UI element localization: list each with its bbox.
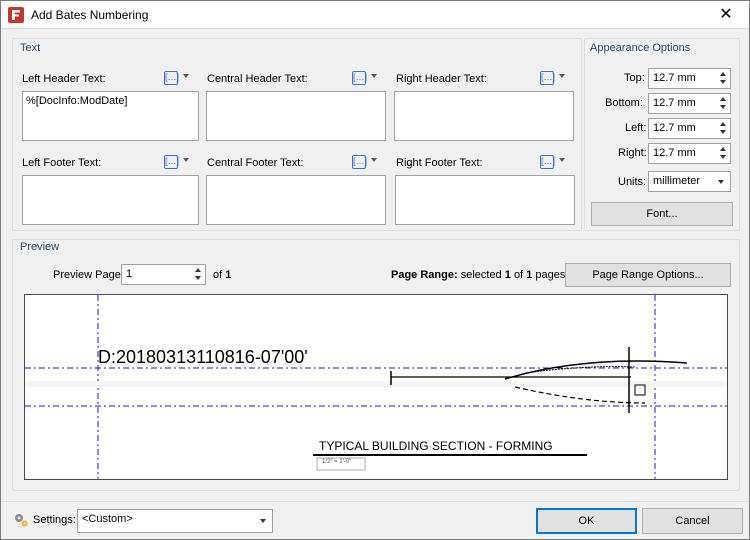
appearance-group-title: Appearance Options [587, 42, 694, 54]
right-margin-label: Right: [618, 147, 647, 159]
spin-arrows-icon[interactable] [717, 120, 729, 137]
window-title: Add Bates Numbering [31, 8, 149, 22]
left-footer-label: Left Footer Text: [22, 157, 102, 169]
preview-page-spinner[interactable]: 1 [121, 264, 206, 285]
chevron-down-icon [559, 158, 565, 162]
spin-arrows-icon[interactable] [192, 266, 204, 283]
chevron-down-icon [183, 74, 189, 78]
chevron-down-icon [559, 74, 565, 78]
drawing-curve [514, 386, 646, 404]
spin-arrows-icon[interactable] [717, 70, 729, 87]
left-margin-spinner[interactable]: 12.7 mm [648, 118, 731, 139]
page-range-text: Page Range: selected 1 of 1 pages [391, 269, 566, 281]
preview-canvas[interactable]: D:20180313110816-07'00' TYPICAL BUILDING… [24, 294, 728, 480]
bottom-margin-label: Bottom: [605, 97, 643, 109]
macro-icon: […] [352, 71, 367, 85]
macro-icon: […] [540, 155, 555, 169]
gear-icon [15, 514, 28, 527]
chevron-down-icon [371, 74, 377, 78]
drawing-title: TYPICAL BUILDING SECTION - FORMING [319, 439, 553, 453]
right-header-input[interactable] [394, 91, 574, 141]
settings-select[interactable]: <Custom> [77, 509, 273, 533]
macro-icon: […] [164, 71, 179, 85]
font-button[interactable]: Font... [591, 202, 733, 226]
drawing-curve [504, 360, 688, 380]
preview-page-label: Preview Page [53, 269, 121, 281]
right-footer-label: Right Footer Text: [396, 157, 483, 169]
dialog-window: Add Bates Numbering ✕ Text Left Header T… [0, 0, 750, 540]
spin-arrows-icon[interactable] [717, 95, 729, 112]
top-margin-label: Top: [624, 72, 645, 84]
right-margin-value: 12.7 mm [653, 147, 696, 159]
stamp-text: D:20180313110816-07'00' [98, 347, 308, 367]
top-margin-spinner[interactable]: 12.7 mm [648, 68, 731, 89]
chevron-down-icon [718, 180, 724, 184]
left-footer-macro-button[interactable]: […] [162, 153, 192, 171]
preview-group-title: Preview [17, 241, 63, 253]
central-header-input[interactable] [206, 91, 386, 141]
macro-icon: […] [164, 155, 179, 169]
left-margin-label: Left: [625, 122, 647, 134]
page-break [25, 381, 727, 387]
macro-icon: […] [352, 155, 367, 169]
central-footer-label: Central Footer Text: [207, 157, 304, 169]
settings-label: Settings: [33, 514, 76, 526]
left-header-label: Left Header Text: [22, 73, 106, 85]
app-logo-icon [8, 7, 24, 23]
page-range-options-button[interactable]: Page Range Options... [565, 263, 731, 287]
bottom-bar: Settings: <Custom> OK Cancel [1, 501, 749, 539]
units-value: millimeter [653, 175, 701, 187]
ok-button[interactable]: OK [536, 508, 637, 534]
bottom-margin-value: 12.7 mm [653, 97, 696, 109]
spin-arrows-icon[interactable] [717, 145, 729, 162]
central-footer-input[interactable] [206, 175, 386, 225]
chevron-down-icon [371, 158, 377, 162]
close-icon[interactable]: ✕ [703, 1, 749, 29]
right-footer-input[interactable] [395, 175, 575, 225]
bottom-margin-spinner[interactable]: 12.7 mm [648, 93, 731, 114]
right-header-macro-button[interactable]: […] [538, 69, 568, 87]
units-label: Units: [618, 176, 647, 188]
drawing-scale: 1/2" = 1'-0" [322, 459, 352, 465]
right-margin-spinner[interactable]: 12.7 mm [648, 143, 731, 164]
left-header-input[interactable]: %[DocInfo:ModDate] [22, 91, 199, 141]
preview-page-value: 1 [126, 268, 133, 280]
central-header-macro-button[interactable]: […] [350, 69, 380, 87]
title-bar[interactable]: Add Bates Numbering ✕ [1, 1, 749, 29]
chevron-down-icon [183, 158, 189, 162]
central-footer-macro-button[interactable]: […] [350, 153, 380, 171]
settings-value: <Custom> [82, 513, 133, 525]
macro-icon: […] [540, 71, 555, 85]
preview-page-of: of 1 [213, 269, 232, 281]
text-group-title: Text [17, 42, 44, 54]
left-margin-value: 12.7 mm [653, 122, 696, 134]
top-margin-value: 12.7 mm [653, 72, 696, 84]
cancel-button[interactable]: Cancel [642, 508, 743, 534]
right-footer-macro-button[interactable]: […] [538, 153, 568, 171]
central-header-label: Central Header Text: [207, 73, 308, 85]
left-header-macro-button[interactable]: […] [162, 69, 192, 87]
right-header-label: Right Header Text: [396, 73, 487, 85]
left-footer-input[interactable] [22, 175, 199, 225]
chevron-down-icon [260, 519, 266, 523]
units-select[interactable]: millimeter [648, 171, 731, 192]
